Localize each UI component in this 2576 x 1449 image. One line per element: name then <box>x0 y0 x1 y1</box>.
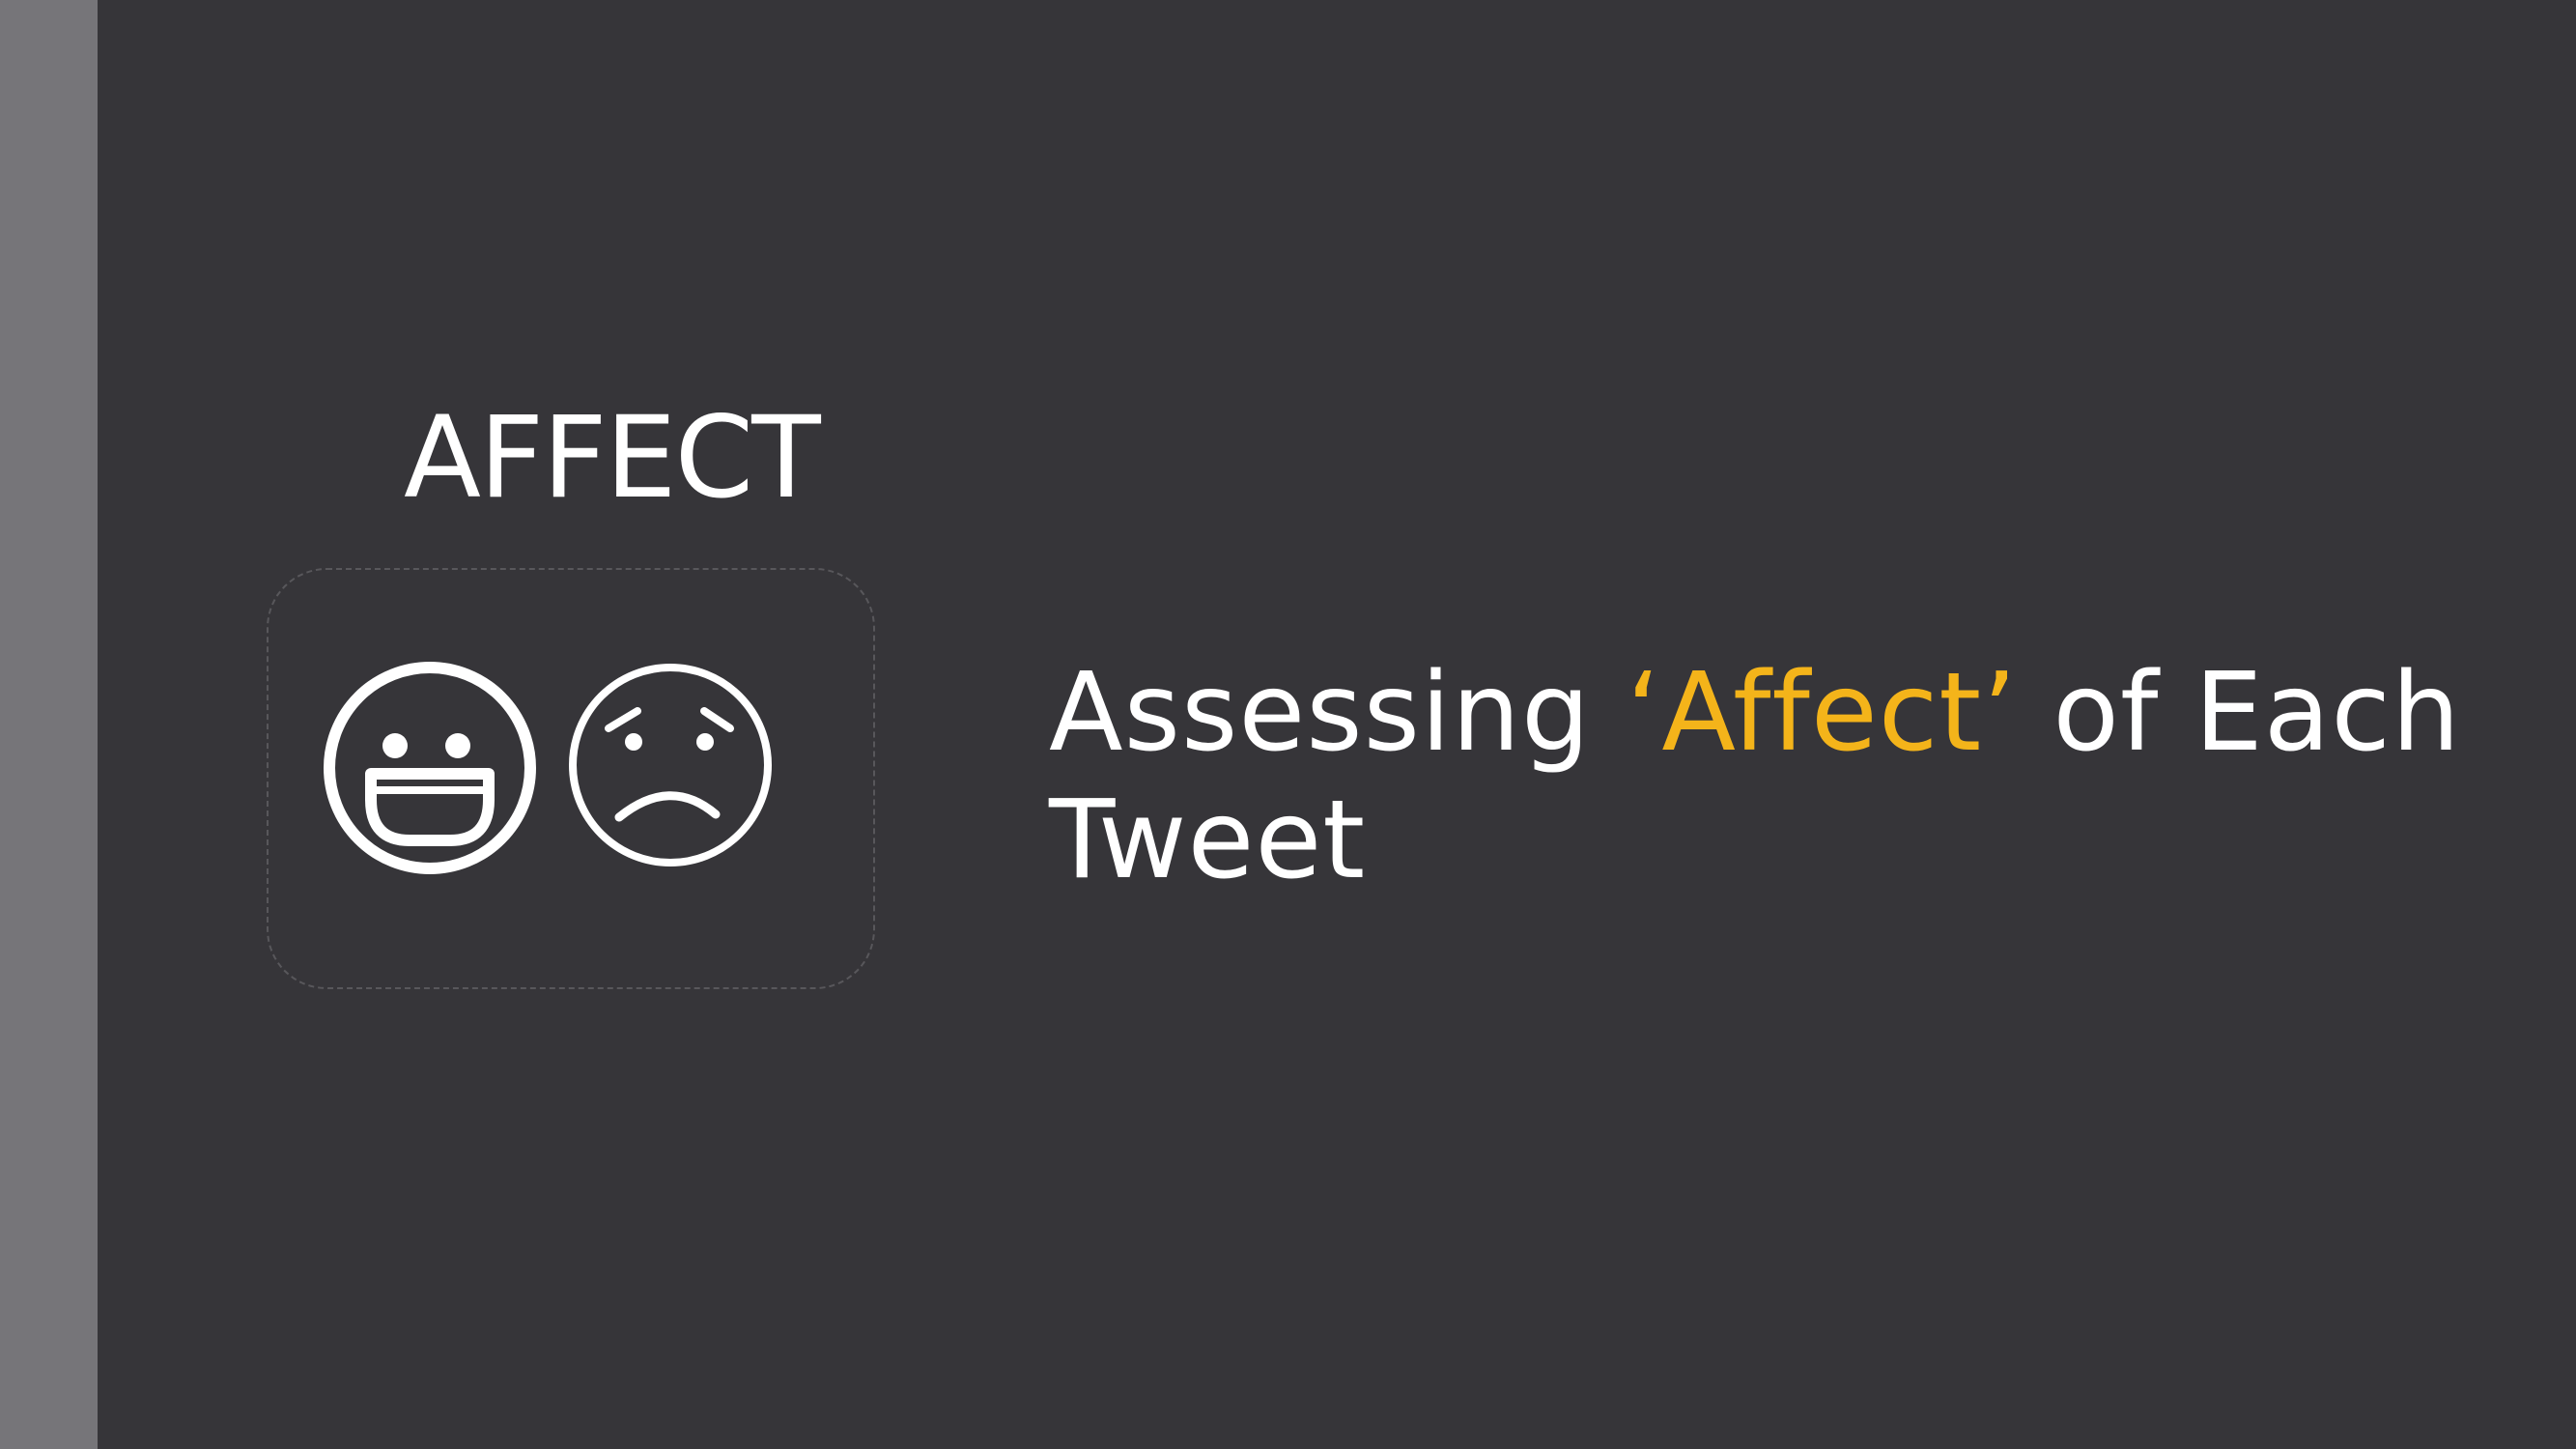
slide-title: Assessing ‘Affect’ of Each Tweet <box>1049 649 2498 904</box>
title-highlight: ‘Affect’ <box>1626 650 2018 776</box>
sad-face-icon <box>569 664 772 867</box>
sidebar-accent <box>0 0 98 1449</box>
affect-label: AFFECT <box>404 391 821 524</box>
happy-face-icon <box>324 662 536 874</box>
title-prefix: Assessing <box>1049 650 1627 776</box>
